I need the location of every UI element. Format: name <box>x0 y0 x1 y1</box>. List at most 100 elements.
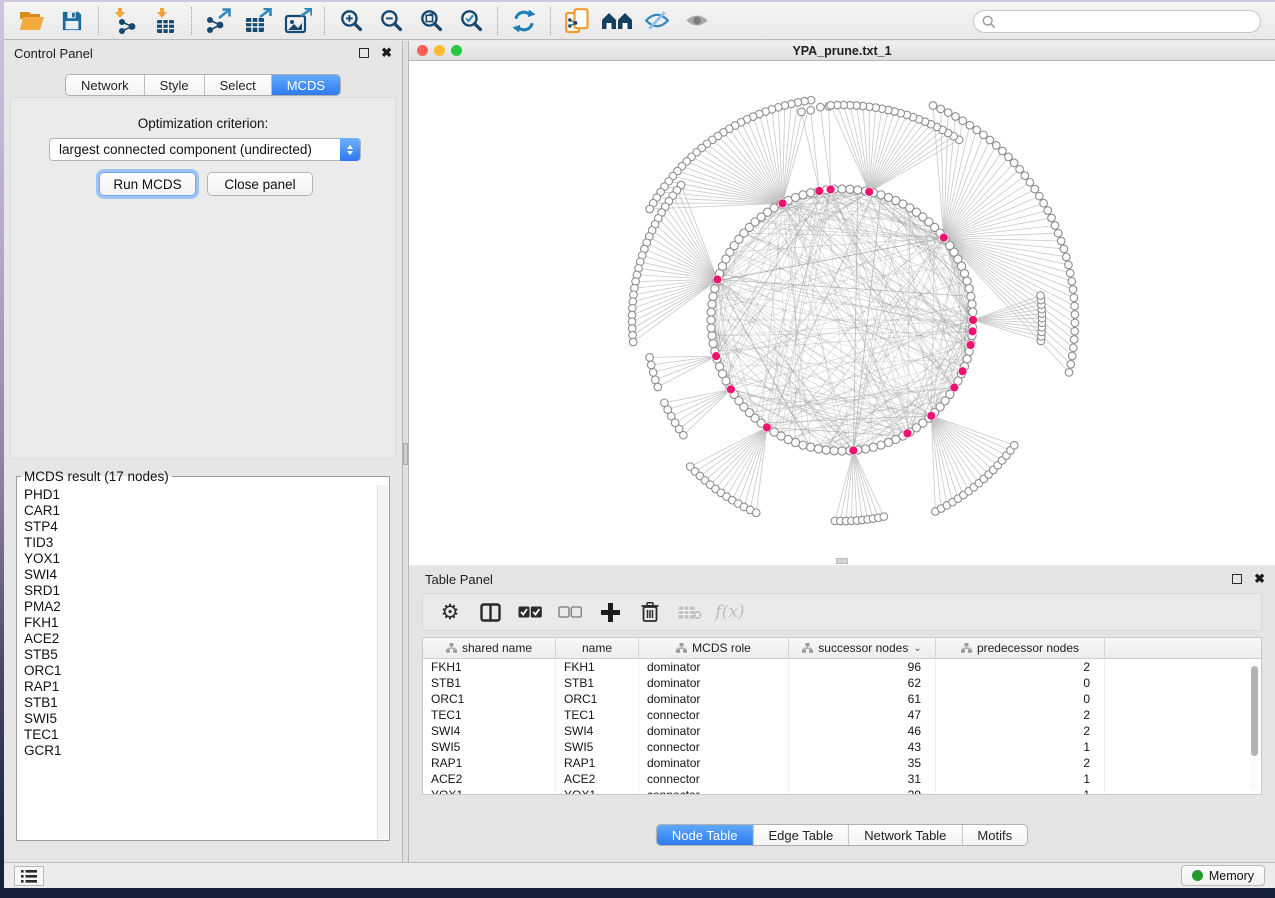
tab-style[interactable]: Style <box>145 75 205 95</box>
mcds-result-item[interactable]: PMA2 <box>24 599 377 615</box>
table-row[interactable]: STB1STB1dominator620 <box>423 675 1261 691</box>
import-table-button[interactable] <box>145 5 185 37</box>
column-header-name[interactable]: name <box>556 638 639 658</box>
mcds-result-item[interactable]: STB5 <box>24 647 377 663</box>
mcds-result-item[interactable]: YOX1 <box>24 551 377 567</box>
table-cell: SWI5 <box>423 739 556 755</box>
table-row[interactable]: SWI4SWI4dominator462 <box>423 723 1261 739</box>
add-column-button[interactable] <box>597 599 623 625</box>
deselect-all-button[interactable] <box>557 599 583 625</box>
table-row[interactable]: SWI5SWI5connector431 <box>423 739 1261 755</box>
table-row[interactable]: TEC1TEC1connector472 <box>423 707 1261 723</box>
mcds-result-item[interactable]: STB1 <box>24 695 377 711</box>
tab-network[interactable]: Network <box>66 75 145 95</box>
vertical-splitter[interactable] <box>402 41 409 862</box>
fx-icon: f(x) <box>715 602 744 622</box>
column-header-successor-nodes[interactable]: successor nodes ⌄ <box>789 638 936 658</box>
save-session-button[interactable] <box>52 5 92 37</box>
show-panels-button[interactable] <box>14 866 44 886</box>
table-cell: YOX1 <box>556 787 639 795</box>
table-cell: ORC1 <box>556 691 639 707</box>
open-session-button[interactable] <box>12 5 52 37</box>
table-cell: SWI4 <box>423 723 556 739</box>
show-all-button[interactable] <box>677 5 717 37</box>
horizontal-splitter-grip[interactable] <box>836 558 848 564</box>
close-panel-icon[interactable]: ✖ <box>381 45 392 61</box>
hide-selected-button[interactable] <box>637 5 677 37</box>
mcds-result-item[interactable]: ORC1 <box>24 663 377 679</box>
close-table-panel-icon[interactable]: ✖ <box>1254 571 1265 587</box>
mcds-result-item[interactable]: RAP1 <box>24 679 377 695</box>
mcds-result-item[interactable]: GCR1 <box>24 743 377 759</box>
mcds-result-item[interactable]: TEC1 <box>24 727 377 743</box>
export-table-button[interactable] <box>238 5 278 37</box>
duplicate-network-button[interactable] <box>557 5 597 37</box>
search-input[interactable] <box>1002 14 1242 29</box>
criterion-select[interactable]: largest connected component (undirected) <box>49 138 361 161</box>
close-panel-button[interactable]: Close panel <box>207 172 313 196</box>
first-neighbors-button[interactable] <box>597 5 637 37</box>
mcds-result-list[interactable]: PHD1CAR1STP4TID3YOX1SWI4SRD1PMA2FKH1ACE2… <box>17 484 377 840</box>
delete-columns-button[interactable] <box>637 599 663 625</box>
mcds-list-scrollbar[interactable] <box>377 485 388 839</box>
zoom-in-button[interactable] <box>331 5 371 37</box>
tab-edge-table[interactable]: Edge Table <box>753 825 849 845</box>
mcds-result-item[interactable]: ACE2 <box>24 631 377 647</box>
table-cell <box>1105 755 1261 771</box>
table-row[interactable]: RAP1RAP1dominator352 <box>423 755 1261 771</box>
table-cell: 2 <box>936 723 1105 739</box>
open-folder-icon <box>19 10 45 31</box>
table-row[interactable]: YOX1YOX1connector291 <box>423 787 1261 795</box>
mcds-result-item[interactable]: CAR1 <box>24 503 377 519</box>
table-scrollbar[interactable] <box>1250 662 1259 790</box>
table-scrollbar-thumb[interactable] <box>1251 666 1258 756</box>
select-all-button[interactable] <box>517 599 543 625</box>
export-image-button[interactable] <box>278 5 318 37</box>
tab-mcds[interactable]: MCDS <box>272 75 340 95</box>
mcds-result-item[interactable]: SWI4 <box>24 567 377 583</box>
mcds-result-item[interactable]: STP4 <box>24 519 377 535</box>
memory-button[interactable]: Memory <box>1181 865 1265 886</box>
refresh-icon <box>512 9 536 33</box>
table-settings-button[interactable]: ⚙ <box>437 599 463 625</box>
table-cell: connector <box>639 787 789 795</box>
table-header-row: shared name name MCDS role successor nod… <box>423 638 1261 659</box>
column-header-predecessor-nodes[interactable]: predecessor nodes <box>936 638 1105 658</box>
app-window: Control Panel ✖ Network Style Select MCD… <box>4 2 1275 888</box>
splitter-grip[interactable] <box>403 443 408 465</box>
mcds-result-item[interactable]: SRD1 <box>24 583 377 599</box>
table-row[interactable]: ACE2ACE2connector311 <box>423 771 1261 787</box>
table-cell <box>1105 659 1261 675</box>
mcds-result-item[interactable]: PHD1 <box>24 487 377 503</box>
mcds-result-item[interactable]: SWI5 <box>24 711 377 727</box>
status-bar: Memory <box>4 862 1275 888</box>
tab-network-table[interactable]: Network Table <box>849 825 962 845</box>
tab-select[interactable]: Select <box>205 75 272 95</box>
network-titlebar[interactable]: YPA_prune.txt_1 <box>409 41 1275 61</box>
column-header-shared-name[interactable]: shared name <box>423 638 556 658</box>
tab-node-table[interactable]: Node Table <box>657 825 754 845</box>
refresh-button[interactable] <box>504 5 544 37</box>
toolbar-separator <box>324 7 325 35</box>
export-network-button[interactable] <box>198 5 238 37</box>
mcds-result-item[interactable]: FKH1 <box>24 615 377 631</box>
network-canvas[interactable] <box>409 61 1275 565</box>
zoom-out-button[interactable] <box>371 5 411 37</box>
float-table-panel-icon[interactable] <box>1232 574 1242 584</box>
trash-icon <box>641 602 659 622</box>
table-cell: 35 <box>789 755 936 771</box>
split-view-button[interactable] <box>477 599 503 625</box>
zoom-selected-button[interactable] <box>451 5 491 37</box>
run-mcds-button[interactable]: Run MCDS <box>99 172 196 196</box>
criterion-value: largest connected component (undirected) <box>59 142 312 157</box>
table-cell <box>1105 787 1261 795</box>
zoom-fit-button[interactable] <box>411 5 451 37</box>
import-network-button[interactable] <box>105 5 145 37</box>
float-panel-icon[interactable] <box>359 48 369 58</box>
search-box[interactable] <box>973 10 1261 33</box>
tab-motifs[interactable]: Motifs <box>962 825 1027 845</box>
column-header-mcds-role[interactable]: MCDS role <box>639 638 789 658</box>
mcds-result-item[interactable]: TID3 <box>24 535 377 551</box>
table-row[interactable]: ORC1ORC1dominator610 <box>423 691 1261 707</box>
table-row[interactable]: FKH1FKH1dominator962 <box>423 659 1261 675</box>
